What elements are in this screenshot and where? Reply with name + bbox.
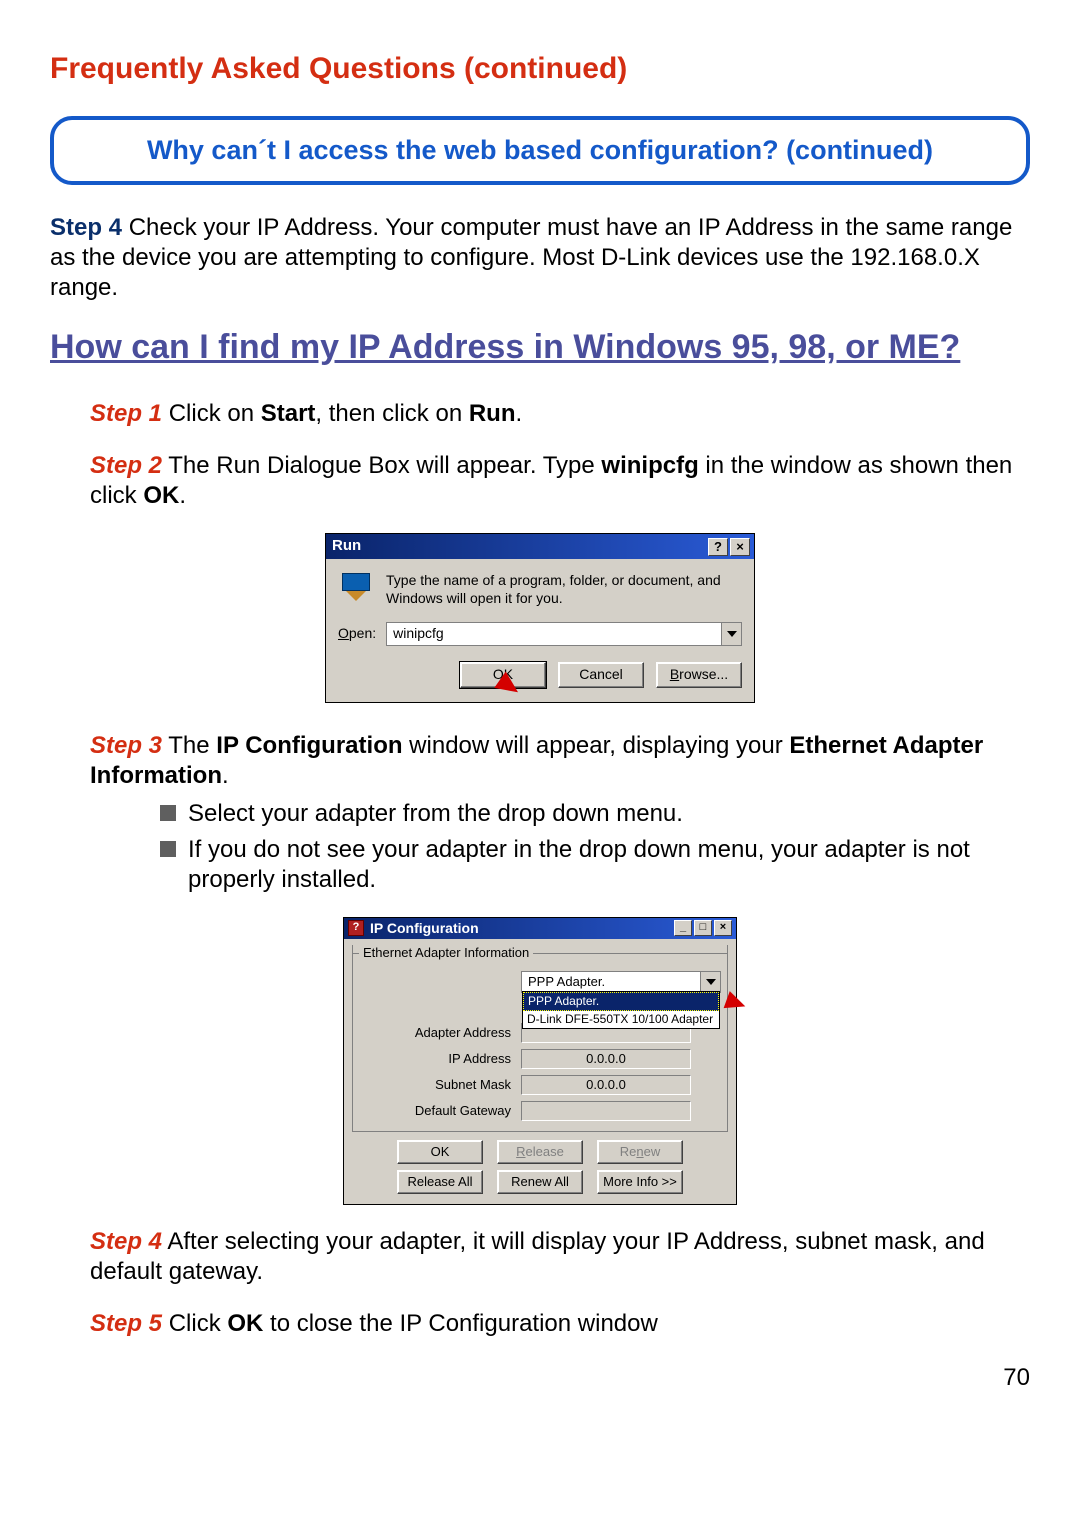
open-dropdown-button[interactable] [721, 623, 741, 645]
default-gateway-label: Default Gateway [361, 1103, 521, 1119]
list-item: If you do not see your adapter in the dr… [160, 835, 1030, 895]
renew-all-button[interactable]: Renew All [497, 1170, 583, 1194]
step2-label: Step 2 [90, 452, 162, 479]
run-description: Type the name of a program, folder, or d… [386, 571, 742, 607]
step1-paragraph: Step 1 Click on Start, then click on Run… [90, 399, 1030, 429]
adapter-address-label: Adapter Address [361, 1025, 521, 1041]
open-input[interactable]: winipcfg [387, 623, 721, 645]
step4-paragraph: Step 4 After selecting your adapter, it … [90, 1227, 1030, 1287]
close-button[interactable]: × [714, 920, 732, 936]
intro-text: Check your IP Address. Your computer mus… [50, 214, 1012, 301]
adapter-selected: PPP Adapter. [522, 972, 700, 992]
bullet-icon [160, 841, 176, 857]
ip-titlebar: ? IP Configuration _ □ × [344, 918, 736, 940]
default-gateway-value [521, 1101, 691, 1121]
page-number: 70 [50, 1363, 1030, 1393]
subnet-mask-label: Subnet Mask [361, 1077, 521, 1093]
ip-address-value: 0.0.0.0 [521, 1049, 691, 1069]
callout-text: Why can´t I access the web based configu… [147, 135, 933, 165]
maximize-button[interactable]: □ [694, 920, 712, 936]
more-info-button[interactable]: More Info >> [597, 1170, 683, 1194]
step3-label: Step 3 [90, 732, 162, 759]
question-heading: How can I find my IP Address in Windows … [50, 325, 1030, 369]
close-button[interactable]: × [730, 538, 750, 556]
app-icon: ? [348, 920, 364, 936]
chevron-down-icon [727, 631, 737, 637]
group-label: Ethernet Adapter Information [359, 945, 533, 961]
adapter-combobox[interactable]: PPP Adapter. [521, 971, 721, 993]
callout-box: Why can´t I access the web based configu… [50, 116, 1030, 186]
minimize-button[interactable]: _ [674, 920, 692, 936]
step2-paragraph: Step 2 The Run Dialogue Box will appear.… [90, 451, 1030, 511]
adapter-dropdown-button[interactable] [700, 972, 720, 992]
ip-config-dialog: ? IP Configuration _ □ × Ethernet Adapte… [343, 917, 737, 1206]
renew-button[interactable]: Renew [597, 1140, 683, 1164]
ok-button[interactable]: OK [397, 1140, 483, 1164]
chevron-down-icon [706, 979, 716, 985]
ip-title: IP Configuration [370, 920, 672, 938]
annotation-arrow-icon [724, 991, 749, 1015]
run-dialog: Run ? × Type the name of a program, fold… [325, 533, 755, 702]
open-combobox[interactable]: winipcfg [386, 622, 742, 646]
help-button[interactable]: ? [708, 538, 728, 556]
run-title: Run [332, 537, 706, 556]
step4-label-intro: Step 4 [50, 214, 122, 241]
cancel-button[interactable]: Cancel [558, 662, 644, 688]
open-label: Open: [338, 625, 376, 643]
ethernet-groupbox: Ethernet Adapter Information PPP Adapter… [352, 945, 728, 1132]
dropdown-item[interactable]: PPP Adapter. [523, 992, 719, 1011]
release-all-button[interactable]: Release All [397, 1170, 483, 1194]
intro-paragraph: Step 4 Check your IP Address. Your compu… [50, 213, 1030, 303]
step5-label: Step 5 [90, 1310, 162, 1337]
release-button[interactable]: Release [497, 1140, 583, 1164]
dropdown-item[interactable]: D-Link DFE-550TX 10/100 Adapter [523, 1011, 719, 1028]
run-titlebar: Run ? × [326, 534, 754, 559]
bullet-list: Select your adapter from the drop down m… [160, 799, 1030, 895]
step4-label: Step 4 [90, 1228, 162, 1255]
adapter-dropdown-list[interactable]: PPP Adapter. D-Link DFE-550TX 10/100 Ada… [522, 991, 720, 1029]
browse-button[interactable]: Browse... [656, 662, 742, 688]
ip-address-label: IP Address [361, 1051, 521, 1067]
subnet-mask-value: 0.0.0.0 [521, 1075, 691, 1095]
run-icon [338, 571, 374, 607]
step5-paragraph: Step 5 Click OK to close the IP Configur… [90, 1309, 1030, 1339]
list-item: Select your adapter from the drop down m… [160, 799, 1030, 829]
page-title: Frequently Asked Questions (continued) [50, 50, 1030, 88]
step3-paragraph: Step 3 The IP Configuration window will … [90, 731, 1030, 791]
step1-label: Step 1 [90, 400, 162, 427]
bullet-icon [160, 805, 176, 821]
